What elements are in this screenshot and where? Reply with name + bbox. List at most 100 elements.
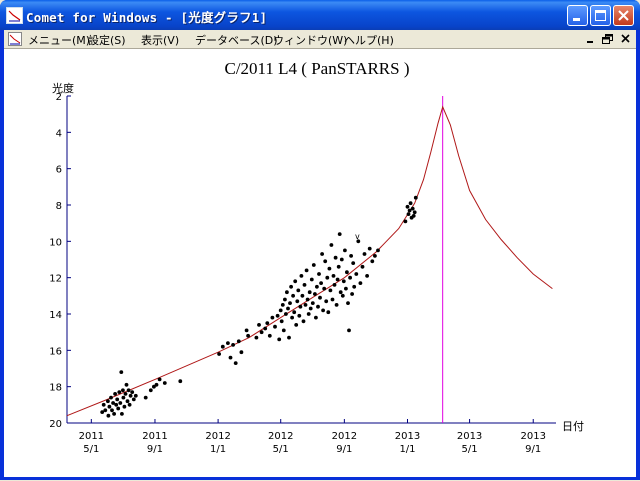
observation-point xyxy=(307,290,312,295)
observation-point xyxy=(125,399,130,404)
maximize-icon xyxy=(595,10,606,21)
light-curve-chart: C/2011 L4 ( PanSTARRS ) 光度 日付 2468101214… xyxy=(49,59,584,455)
close-icon xyxy=(618,10,629,21)
observation-point xyxy=(217,352,222,356)
menu-item-menu[interactable]: メニュー(M) xyxy=(28,32,90,48)
observation-point xyxy=(413,195,418,200)
observation-point xyxy=(283,297,287,302)
observation-point xyxy=(325,275,330,280)
observation-point xyxy=(344,286,348,291)
observation-point xyxy=(294,323,299,327)
observation-point xyxy=(362,252,367,256)
observation-point xyxy=(405,204,410,209)
observation-point xyxy=(339,257,344,262)
observation-point xyxy=(220,344,225,349)
observation-point xyxy=(318,295,322,300)
axes: 2 4 6 8 10 12 14 16 18 20 2011 5/1 2011 9/1 2012 1/1 201… xyxy=(49,92,556,455)
observation-point xyxy=(345,270,349,275)
observation-point xyxy=(301,319,306,324)
observation-point xyxy=(110,408,114,413)
observation-point xyxy=(273,324,277,329)
observation-point xyxy=(346,301,350,305)
x-tick-label-date: 9/1 xyxy=(147,444,163,455)
observation-point xyxy=(285,290,289,295)
document-icon[interactable] xyxy=(8,32,22,46)
observation-point xyxy=(305,297,310,302)
close-button[interactable] xyxy=(613,5,634,26)
observation-point xyxy=(370,259,375,264)
mdi-close-button[interactable] xyxy=(619,33,633,45)
mdi-restore-button[interactable] xyxy=(601,33,615,45)
observation-point xyxy=(412,210,417,215)
observation-point xyxy=(306,312,311,316)
menu-item-settings[interactable]: 設定(S) xyxy=(88,32,126,48)
observation-point xyxy=(336,264,341,269)
observation-point xyxy=(341,279,346,284)
observation-point xyxy=(348,275,352,280)
y-tick-label: 2 xyxy=(56,92,62,103)
window-title: Comet for Windows - [光度グラフ1] xyxy=(26,10,268,25)
observation-point xyxy=(112,412,116,416)
observation-point xyxy=(121,388,125,393)
observation-point xyxy=(130,390,135,394)
observation-point xyxy=(311,263,316,267)
x-tick-label-year: 2013 xyxy=(395,431,420,442)
observation-point xyxy=(330,297,335,302)
observation-point xyxy=(410,206,415,211)
observation-point xyxy=(304,268,309,273)
menu-item-help[interactable]: ヘルプ(H) xyxy=(344,32,394,48)
x-tick-label-year: 2012 xyxy=(332,431,357,442)
observation-point xyxy=(231,343,236,347)
observation-point xyxy=(267,333,272,338)
observation-point xyxy=(113,392,117,396)
title-bar[interactable]: Comet for Windows - [光度グラフ1] xyxy=(0,0,640,30)
minimize-button[interactable] xyxy=(567,5,588,26)
observation-point xyxy=(239,350,244,355)
x-tick-label-date: 5/1 xyxy=(462,444,478,455)
observation-point xyxy=(310,301,315,305)
observation-point xyxy=(143,395,148,400)
observation-point xyxy=(373,254,377,258)
chart-title: C/2011 L4 ( PanSTARRS ) xyxy=(224,59,409,78)
observation-point xyxy=(333,255,338,260)
observation-point xyxy=(157,377,162,382)
observation-point xyxy=(335,277,340,282)
observation-point xyxy=(278,308,283,313)
observation-point xyxy=(233,361,238,365)
observation-point xyxy=(349,254,353,258)
x-axis-label: 日付 xyxy=(562,420,584,433)
observation-point xyxy=(128,393,133,398)
y-tick-label: 10 xyxy=(49,237,62,248)
observation-point xyxy=(326,310,331,315)
observation-point xyxy=(254,335,259,340)
maximize-button[interactable] xyxy=(590,5,611,26)
graph-client-area: C/2011 L4 ( PanSTARRS ) 光度 日付 2 4 6 8 10 12 14… xyxy=(4,48,636,477)
menu-item-window[interactable]: ウィンドウ(W) xyxy=(273,32,347,48)
mdi-minimize-button[interactable] xyxy=(584,33,598,45)
menu-item-view[interactable]: 表示(V) xyxy=(141,32,179,48)
menu-item-database[interactable]: データベース(D) xyxy=(195,32,278,48)
observation-point xyxy=(279,319,284,324)
observation-point xyxy=(257,323,261,327)
close-icon xyxy=(621,34,630,43)
observation-point xyxy=(119,370,124,374)
observation-point xyxy=(324,299,329,304)
observation-point xyxy=(275,313,280,318)
y-tick-label: 20 xyxy=(49,419,62,430)
observation-point xyxy=(308,306,313,311)
x-tick-label-date: 9/1 xyxy=(525,444,541,455)
app-icon[interactable] xyxy=(6,7,23,24)
observation-point xyxy=(303,303,308,307)
observation-point xyxy=(107,404,112,409)
observation-point xyxy=(226,341,230,345)
observation-point xyxy=(126,388,131,393)
observation-point xyxy=(131,397,136,402)
observation-point xyxy=(322,286,327,291)
observation-point xyxy=(299,274,304,278)
observation-point xyxy=(280,303,285,307)
x-tick-label-year: 2013 xyxy=(521,431,546,442)
observation-point xyxy=(406,212,411,217)
x-tick-label-year: 2011 xyxy=(142,431,167,442)
observation-point xyxy=(236,339,241,344)
x-tick-label-year: 2012 xyxy=(205,431,230,442)
